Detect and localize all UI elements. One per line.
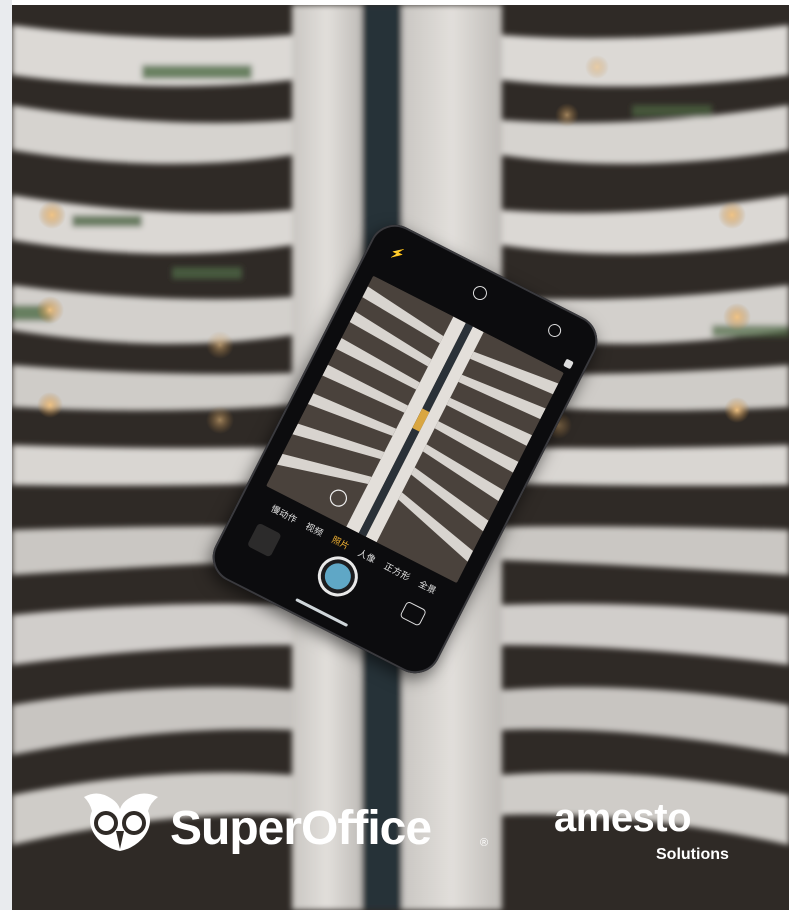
camera-mode[interactable]: 正方形: [382, 561, 411, 583]
camera-mode[interactable]: 慢动作: [269, 503, 298, 525]
amesto-wordmark: amesto: [554, 796, 692, 840]
timer-icon: [545, 321, 564, 340]
registered-mark: ®: [480, 837, 489, 849]
camera-mode[interactable]: 人像: [356, 548, 377, 565]
camera-mode[interactable]: 全景: [417, 579, 438, 596]
gallery-thumbnail[interactable]: [246, 522, 282, 558]
page-frame: ⚡ 慢动作 视频 照片 人像 正方形 全景 SuperOffice ® ames…: [0, 0, 789, 910]
flash-icon: ⚡: [387, 243, 408, 263]
camera-mode[interactable]: 视频: [304, 521, 325, 538]
owl-icon: [84, 793, 158, 851]
camera-flip-icon[interactable]: [399, 600, 428, 627]
live-photo-icon: [470, 283, 490, 303]
amesto-logo: amesto Solutions: [554, 795, 744, 875]
superoffice-logo: SuperOffice ®: [78, 789, 498, 869]
filter-icon: [563, 358, 574, 370]
camera-mode-active[interactable]: 照片: [330, 534, 351, 551]
left-border-strip: [0, 0, 12, 910]
superoffice-wordmark: SuperOffice: [170, 802, 432, 855]
atrium-photo: ⚡ 慢动作 视频 照片 人像 正方形 全景 SuperOffice ® ames…: [12, 5, 789, 910]
amesto-tagline: Solutions: [656, 846, 729, 863]
